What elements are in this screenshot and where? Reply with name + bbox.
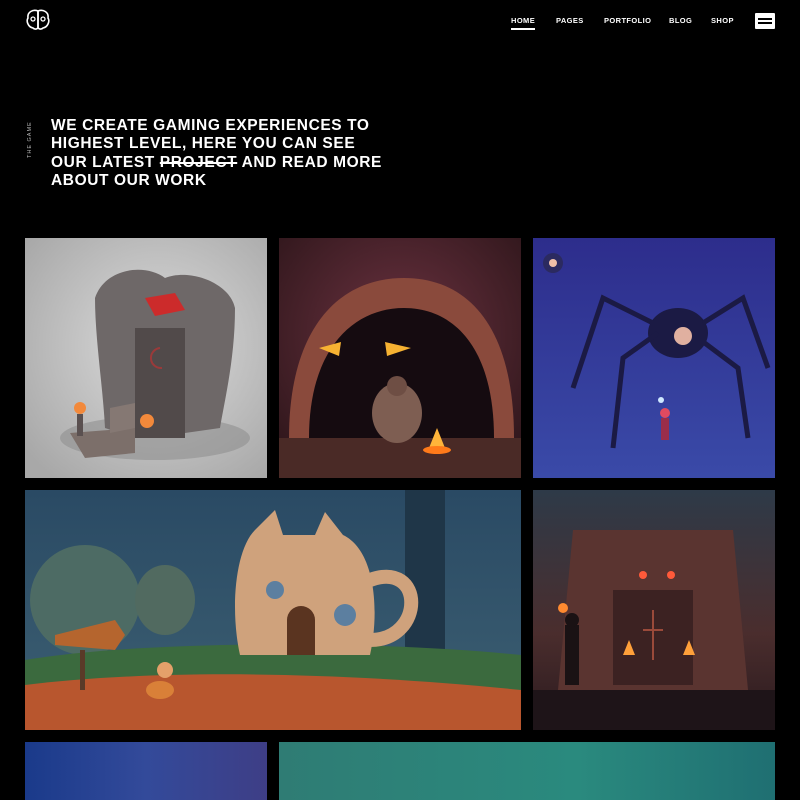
headline-struck-word: PROJECT xyxy=(159,153,238,171)
portfolio-item-blue-scene[interactable] xyxy=(25,742,267,800)
portfolio-item-teapot-house[interactable] xyxy=(25,490,521,730)
nav-home[interactable]: HOME xyxy=(511,16,536,30)
teal-scene-image xyxy=(279,742,775,800)
nav-shop[interactable]: SHOP xyxy=(711,16,734,28)
main-nav: HOME PAGES PORTFOLIO BLOG SHOP xyxy=(0,16,800,30)
section-vertical-label: THE GAME xyxy=(27,121,33,158)
nav-blog[interactable]: BLOG xyxy=(669,16,692,28)
portfolio-item-giant-spider[interactable] xyxy=(533,238,775,478)
menu-icon[interactable] xyxy=(755,13,775,29)
glowing-eyes-cave-image xyxy=(279,238,521,478)
portfolio-item-stone-shrine[interactable] xyxy=(25,238,267,478)
blue-scene-image xyxy=(25,742,267,800)
stone-shrine-image xyxy=(25,238,267,478)
giant-spider-image xyxy=(533,238,775,478)
portfolio-item-teal-scene[interactable] xyxy=(279,742,775,800)
hero-headline: WE CREATE GAMING EXPERIENCES TO HIGHEST … xyxy=(51,117,391,190)
portfolio-item-glowing-eyes-cave[interactable] xyxy=(279,238,521,478)
temple-gate-image xyxy=(533,490,775,730)
portfolio-item-temple-gate[interactable] xyxy=(533,490,775,730)
teapot-house-image xyxy=(25,490,521,730)
nav-pages[interactable]: PAGES xyxy=(556,16,584,28)
nav-portfolio[interactable]: PORTFOLIO xyxy=(604,16,651,28)
